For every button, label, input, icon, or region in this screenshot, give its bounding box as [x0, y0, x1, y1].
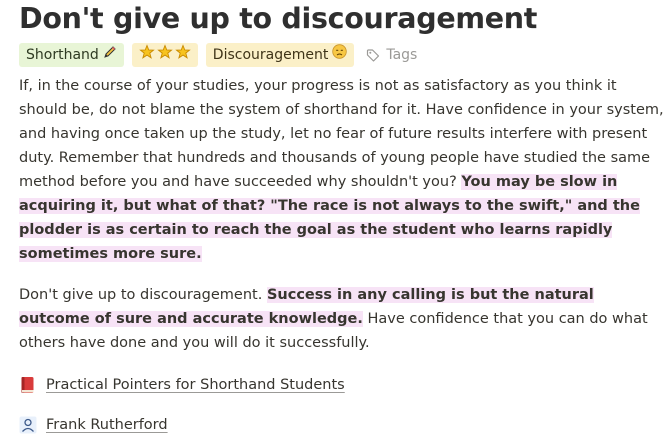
page-title[interactable]: Don't give up to discouragement — [19, 0, 664, 37]
tag-icon — [367, 49, 380, 62]
person-icon — [19, 416, 41, 434]
page-content: Don't give up to discouragement Shorthan… — [19, 0, 664, 437]
tag-discouragement[interactable]: Discouragement — [205, 43, 355, 67]
tag-rating[interactable] — [131, 43, 198, 67]
book-icon — [19, 376, 41, 394]
tag-shorthand-label: Shorthand — [26, 47, 99, 63]
tags-property[interactable]: Tags — [366, 47, 417, 63]
tag-discouragement-label: Discouragement — [212, 47, 329, 63]
author-link[interactable]: Frank Rutherford — [46, 417, 168, 433]
paragraph-2[interactable]: Don't give up to discouragement. Success… — [19, 283, 664, 355]
paragraph-1[interactable]: If, in the course of your studies, your … — [19, 74, 664, 266]
tag-shorthand[interactable]: Shorthand — [19, 43, 124, 67]
paragraph-2-start: Don't give up to discouragement. — [19, 287, 267, 303]
pencil-icon — [103, 43, 117, 67]
disappointed-face-icon — [332, 43, 348, 67]
book-link-row: Practical Pointers for Shorthand Student… — [19, 373, 664, 397]
tag-row: Shorthand Discouragement Tags — [19, 43, 664, 67]
author-link-row: Frank Rutherford — [19, 413, 664, 437]
star-rating-icon — [139, 43, 191, 67]
tags-placeholder-label: Tags — [386, 47, 418, 63]
book-link[interactable]: Practical Pointers for Shorthand Student… — [46, 377, 345, 393]
